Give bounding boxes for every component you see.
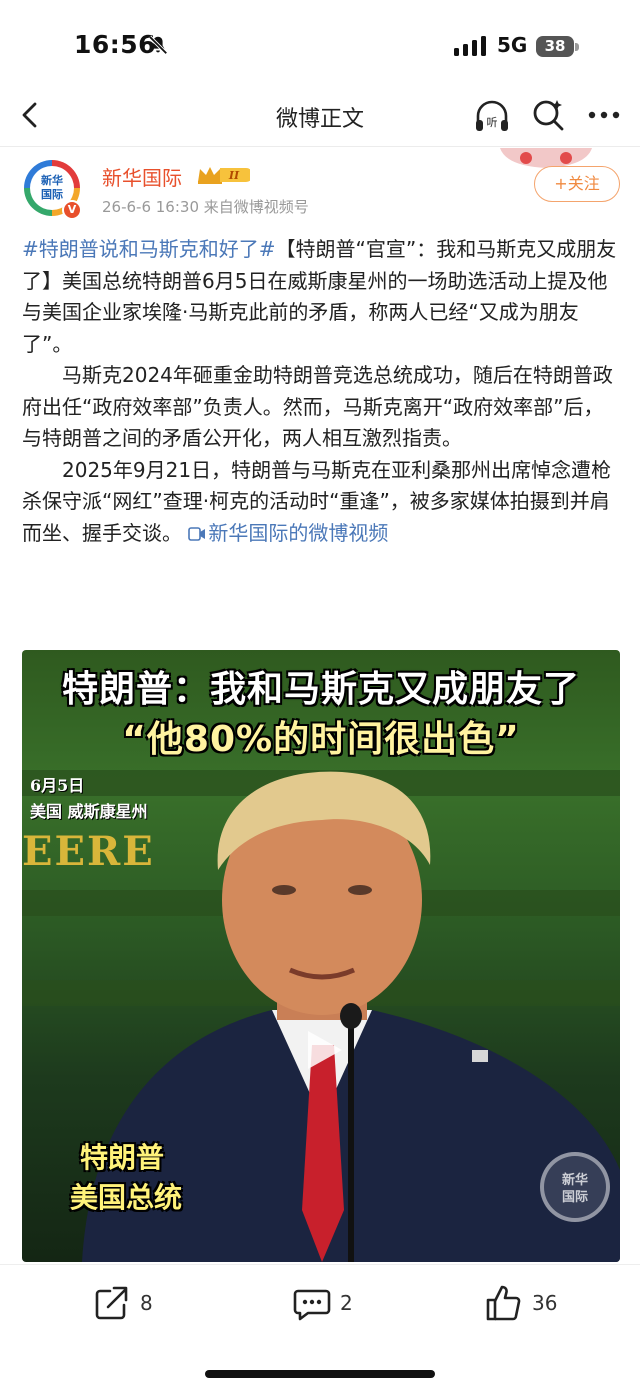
listen-headphones-icon[interactable]: 听 bbox=[472, 96, 512, 136]
speaker-title-caption: 美国总统 bbox=[70, 1181, 183, 1214]
watermark-line1: 新华 bbox=[561, 1173, 588, 1188]
more-options-icon[interactable] bbox=[584, 98, 624, 132]
video-location: 美国 威斯康星州 bbox=[30, 802, 148, 821]
author-name[interactable]: 新华国际 bbox=[102, 162, 182, 191]
post-paragraph-1: #特朗普说和马斯克和好了#【特朗普“官宣”：我和马斯克又成朋友了】美国总统特朗普… bbox=[22, 234, 622, 360]
battery-icon: 38 bbox=[536, 36, 574, 57]
signal-icon bbox=[454, 36, 486, 56]
svg-text:II: II bbox=[228, 169, 240, 182]
home-indicator[interactable] bbox=[205, 1370, 435, 1378]
like-count: 36 bbox=[532, 1291, 558, 1315]
play-icon[interactable] bbox=[304, 1028, 344, 1072]
watermark-line2: 国际 bbox=[561, 1190, 588, 1205]
action-bar: 8 2 36 bbox=[0, 1264, 640, 1340]
follow-button[interactable]: +关注 bbox=[534, 166, 620, 202]
topic-hashtag-link[interactable]: #特朗普说和马斯克和好了# bbox=[22, 237, 276, 261]
video-date: 6月5日 bbox=[30, 776, 85, 795]
video-quote: “他80%的时间很出色” bbox=[122, 719, 520, 760]
thumbs-up-icon bbox=[486, 1285, 521, 1321]
comment-count: 2 bbox=[340, 1291, 353, 1315]
comment-icon bbox=[293, 1289, 331, 1321]
post-meta: 26-6-6 16:30 来自微博视频号 bbox=[102, 198, 309, 216]
network-type: 5G bbox=[497, 33, 528, 57]
xinhua-watermark-logo: 新华 国际 bbox=[540, 1152, 610, 1222]
search-icon[interactable] bbox=[530, 96, 568, 134]
share-count: 8 bbox=[140, 1291, 153, 1315]
post-paragraph-2: 马斯克2024年砸重金助特朗普竞选总统成功，随后在特朗普政府出任“政府效率部”负… bbox=[22, 363, 613, 450]
post-body: #特朗普说和马斯克和好了#【特朗普“官宣”：我和马斯克又成朋友了】美国总统特朗普… bbox=[22, 234, 622, 549]
status-bar: 16:56 5G 38 bbox=[0, 0, 640, 92]
speaker-name-caption: 特朗普 bbox=[80, 1141, 165, 1174]
post-paragraph-3: 2025年9月21日，特朗普与马斯克在亚利桑那州出席悼念遭枪杀保守派“网红”查理… bbox=[22, 455, 622, 550]
avatar-logo-line1: 新华 bbox=[41, 174, 63, 187]
mute-bell-icon bbox=[148, 35, 168, 55]
video-link-icon bbox=[188, 526, 206, 541]
battery-tip bbox=[575, 43, 579, 51]
status-time: 16:56 bbox=[74, 30, 157, 59]
battery-level: 38 bbox=[544, 37, 566, 55]
nav-bar: 微博正文 听 bbox=[0, 92, 640, 144]
share-icon bbox=[95, 1286, 128, 1320]
verified-badge-icon: V bbox=[62, 200, 82, 220]
author-block: 新华 国际 V 新华国际 II 26-6-6 16:30 来自微博视频号 +关注 bbox=[0, 148, 640, 232]
video-link-label: 新华国际的微博视频 bbox=[208, 520, 389, 545]
vip-crown-badge-icon: II bbox=[198, 167, 250, 184]
video-source-link[interactable]: 新华国际的微博视频 bbox=[188, 521, 388, 545]
video-headline: 特朗普：我和马斯克又成朋友了 bbox=[61, 669, 580, 710]
video-player[interactable]: EERE 特朗普：我和马斯克又成朋友了 “他80%的时间很出色” 6月5日 美国… bbox=[22, 650, 620, 1262]
nav-divider bbox=[0, 146, 640, 147]
svg-text:听: 听 bbox=[487, 116, 498, 129]
